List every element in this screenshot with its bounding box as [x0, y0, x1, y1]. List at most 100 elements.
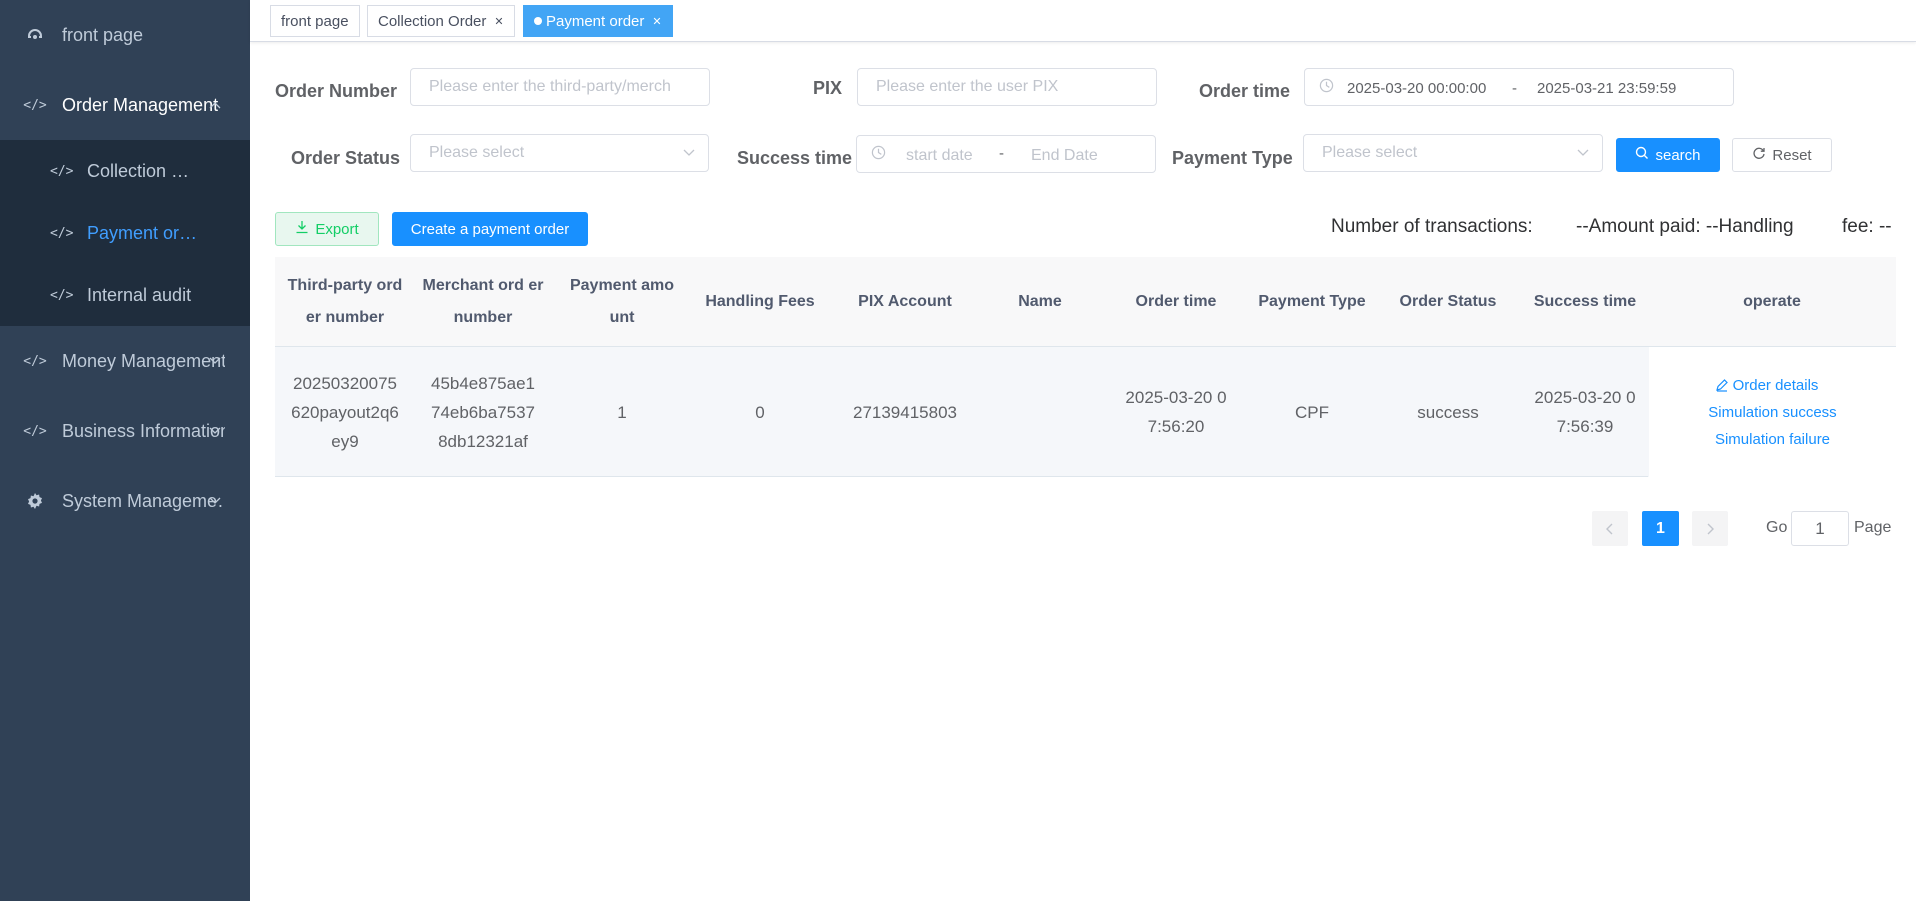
- tab-front-page[interactable]: front page: [270, 5, 360, 37]
- column-header: Merchant ord er number: [422, 277, 544, 326]
- download-icon: [295, 220, 309, 238]
- cell-handling-fees: 0: [755, 402, 765, 422]
- chevron-down-icon: [208, 494, 222, 508]
- reset-button[interactable]: Reset: [1732, 138, 1832, 172]
- export-button[interactable]: Export: [275, 212, 379, 246]
- sidebar-item-payment-order[interactable]: </> Payment or…: [0, 202, 250, 264]
- cell-name: [965, 347, 1115, 477]
- payment-type-select[interactable]: Please select: [1303, 134, 1603, 172]
- dashboard-icon: [26, 26, 44, 44]
- table-header: Third-party ord er number Merchant ord e…: [275, 257, 1896, 347]
- sidebar-item-label: Internal audit: [87, 284, 192, 305]
- export-button-label: Export: [315, 220, 359, 238]
- column-header: Third-party ord er number: [287, 277, 403, 326]
- sidebar-item-label: Payment or…: [87, 222, 198, 243]
- summary-transactions: Number of transactions:: [1331, 216, 1533, 237]
- search-button-label: search: [1655, 146, 1701, 164]
- sidebar-item-front-page[interactable]: front page: [0, 0, 250, 70]
- payment-type-placeholder: Please select: [1322, 144, 1418, 161]
- sidebar-item-collection-order[interactable]: </> Collection …: [0, 140, 250, 202]
- sidebar-item-money-management[interactable]: </> Money Management: [0, 326, 250, 396]
- order-number-placeholder: Please enter the third-party/merch: [429, 78, 671, 95]
- chevron-left-icon: [1606, 523, 1613, 534]
- clock-icon: [871, 145, 886, 164]
- column-header: operate: [1743, 293, 1801, 310]
- tab-collection-order[interactable]: Collection Order ✕: [367, 5, 515, 37]
- sidebar-item-label: Order Management: [62, 94, 219, 115]
- code-icon: </>: [23, 423, 47, 439]
- cell-payment-amount: 1: [617, 402, 627, 422]
- pix-label: PIX: [813, 78, 843, 98]
- pix-placeholder: Please enter the user PIX: [876, 78, 1059, 95]
- sidebar-item-label: Collection …: [87, 160, 190, 181]
- tab-payment-order[interactable]: Payment order ✕: [523, 5, 673, 37]
- order-time-start[interactable]: 2025-03-20 00:00:00: [1347, 80, 1486, 97]
- sidebar-item-internal-audit[interactable]: </> Internal audit: [0, 264, 250, 326]
- pix-input[interactable]: Please enter the user PIX: [857, 68, 1157, 106]
- refresh-icon: [1752, 146, 1766, 164]
- edit-icon: [1715, 378, 1728, 392]
- column-header: Name: [1018, 293, 1062, 310]
- chevron-down-icon: [1576, 145, 1590, 164]
- success-time-end[interactable]: End Date: [1031, 147, 1098, 165]
- order-details-link[interactable]: Order details: [1715, 377, 1818, 394]
- cell-merchant-order-number: 45b4e875ae174eb6ba75378db12321af: [430, 373, 535, 451]
- clock-icon: [1319, 78, 1334, 97]
- goto-page-input[interactable]: [1791, 511, 1849, 546]
- cell-payment-type: CPF: [1295, 402, 1329, 422]
- order-time-label: Order time: [1199, 81, 1291, 101]
- gear-icon: [26, 492, 44, 510]
- chevron-up-icon: [208, 98, 222, 112]
- page-number-1[interactable]: 1: [1642, 511, 1679, 546]
- sidebar-item-business-information[interactable]: </> Business Information: [0, 396, 250, 466]
- reset-button-label: Reset: [1772, 146, 1812, 164]
- close-icon[interactable]: ✕: [652, 15, 661, 28]
- next-page-button[interactable]: [1692, 511, 1728, 546]
- cell-operate: Order details Simulation success Simulat…: [1648, 347, 1896, 477]
- chevron-down-icon: [208, 424, 222, 438]
- sidebar-item-order-management[interactable]: </> Order Management: [0, 70, 250, 140]
- sidebar-item-label: front page: [62, 24, 144, 45]
- tab-label: Payment order: [546, 12, 645, 30]
- order-status-select[interactable]: Please select: [410, 134, 709, 172]
- order-number-input[interactable]: Please enter the third-party/merch: [410, 68, 710, 106]
- create-payment-order-button[interactable]: Create a payment order: [392, 212, 588, 246]
- create-payment-order-label: Create a payment order: [410, 220, 570, 238]
- go-label: Go: [1766, 519, 1788, 536]
- cell-pix-account: 27139415803: [852, 402, 957, 422]
- chevron-down-icon: [682, 145, 696, 164]
- success-time-separator: -: [999, 145, 1004, 162]
- cell-success-time: 2025-03-20 07:56:39: [1534, 388, 1636, 436]
- table-row: 20250320075620payout2q6ey9 45b4e875ae174…: [275, 347, 1896, 477]
- cell-third-party-order-number: 20250320075620payout2q6ey9: [291, 373, 399, 451]
- search-button[interactable]: search: [1616, 138, 1720, 172]
- success-time-range-picker[interactable]: [856, 135, 1156, 173]
- search-icon: [1635, 146, 1649, 164]
- tags-view: front page Collection Order ✕ Payment or…: [250, 0, 1916, 42]
- code-icon: </>: [23, 353, 47, 369]
- column-header: PIX Account: [858, 293, 952, 310]
- prev-page-button[interactable]: [1592, 511, 1628, 546]
- cell-order-status: success: [1417, 402, 1479, 422]
- order-time-end[interactable]: 2025-03-21 23:59:59: [1537, 80, 1676, 97]
- column-header: Payment amo unt: [569, 277, 675, 326]
- simulation-failure-link[interactable]: Simulation failure: [1715, 431, 1830, 448]
- code-icon: </>: [23, 97, 47, 113]
- close-icon[interactable]: ✕: [494, 15, 503, 28]
- success-time-start[interactable]: start date: [906, 147, 973, 165]
- payment-type-label: Payment Type: [1172, 148, 1293, 168]
- simulation-success-link[interactable]: Simulation success: [1708, 404, 1836, 421]
- order-time-separator: -: [1512, 80, 1517, 97]
- order-status-placeholder: Please select: [429, 144, 525, 161]
- sidebar-item-label: Business Information: [62, 420, 225, 441]
- column-header: Order time: [1135, 293, 1217, 310]
- column-header: Handling Fees: [705, 293, 815, 310]
- sidebar-item-system-management[interactable]: System Manageme…: [0, 466, 250, 536]
- column-header: Payment Type: [1258, 293, 1366, 310]
- chevron-right-icon: [1707, 523, 1714, 534]
- order-number-label: Order Number: [275, 81, 398, 101]
- order-management-submenu: </> Collection … </> Payment or… </> Int…: [0, 140, 250, 326]
- active-dot-icon: [534, 17, 542, 25]
- tab-label: front page: [281, 12, 349, 30]
- sidebar-item-label: Money Management: [62, 350, 225, 371]
